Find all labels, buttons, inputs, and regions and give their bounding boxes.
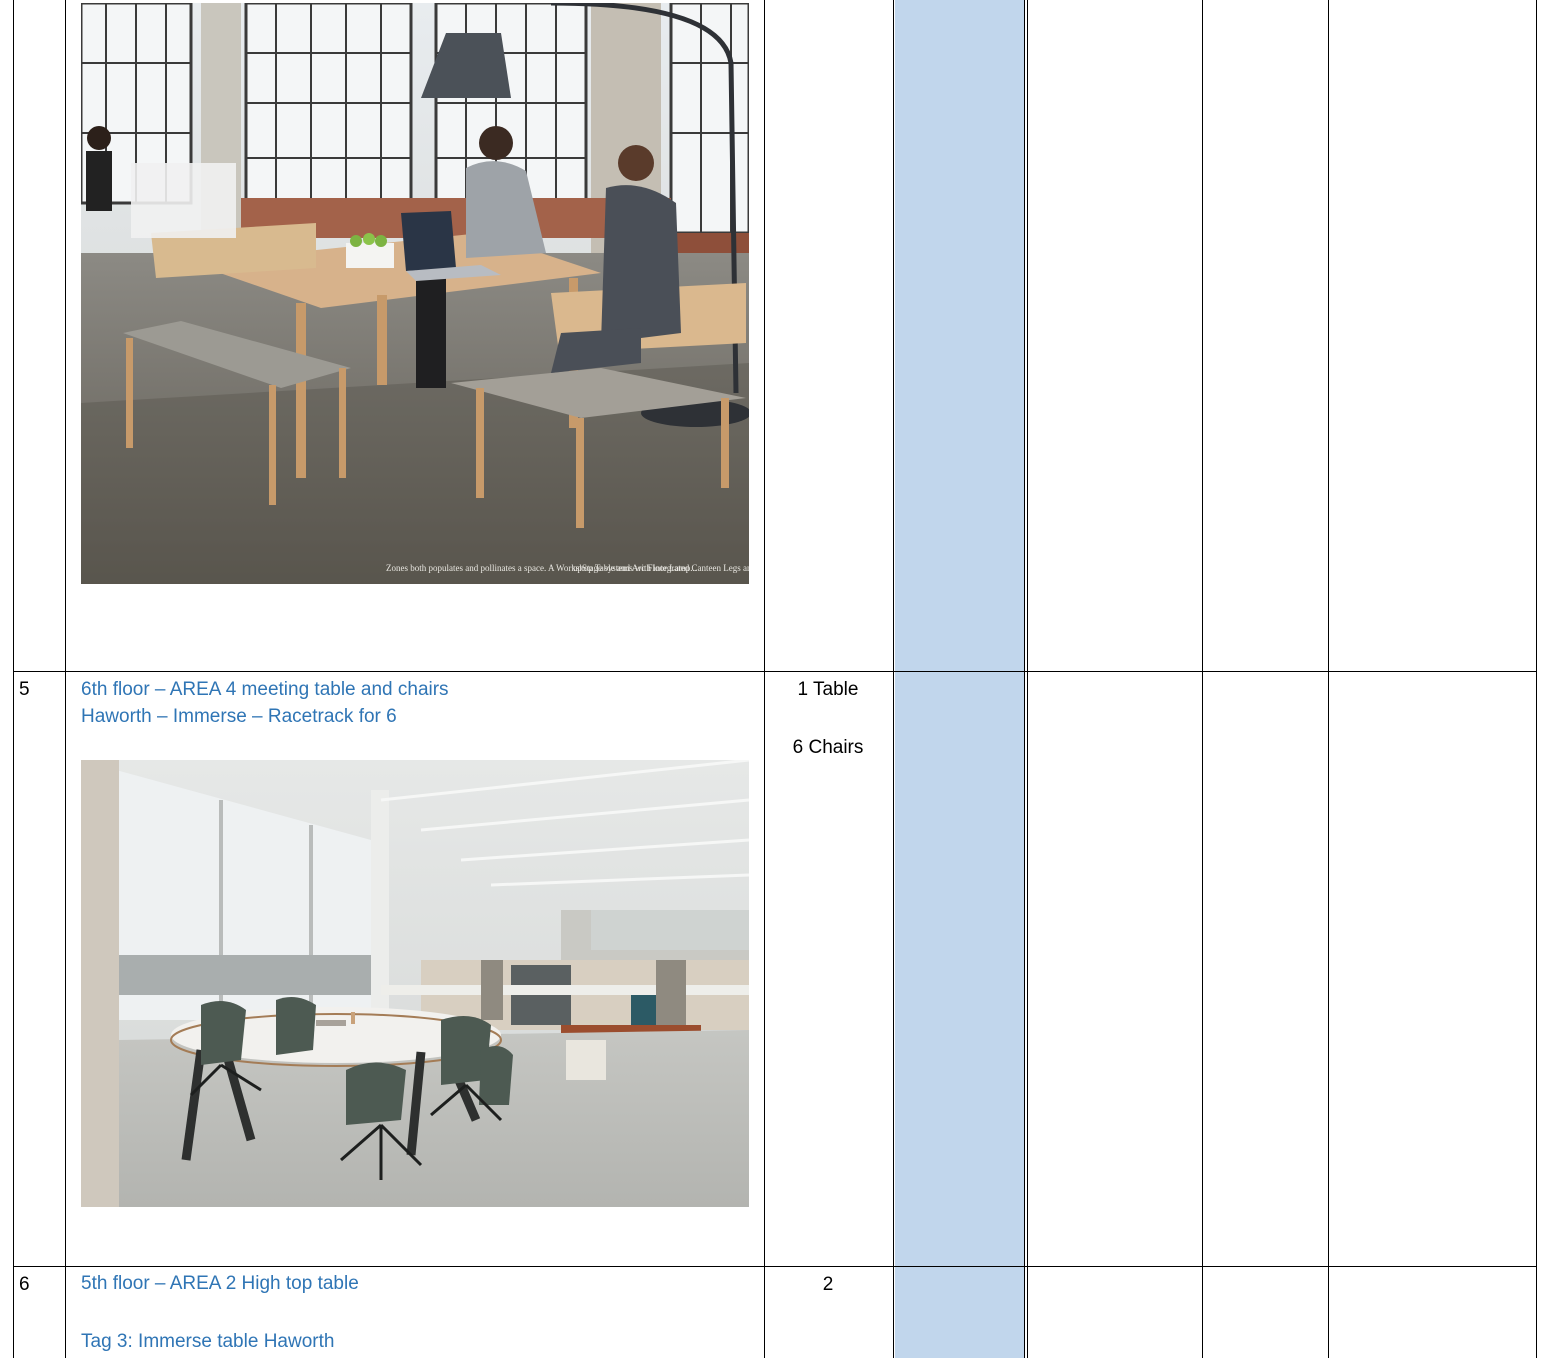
table-border [1328,0,1329,1358]
row-number: 5 [19,679,30,700]
row-number: 6 [19,1274,30,1295]
item-description-line1: 6th floor – AREA 4 meeting table and cha… [81,679,449,700]
table-border [893,0,894,1358]
canteen-bench-photo: Zones both populates and pollinates a sp… [81,3,749,584]
row-border [13,1266,1537,1267]
item-description-line2: Tag 3: Immerse table Haworth [81,1331,335,1352]
row-border [13,671,1537,672]
photo-caption-right: upStage systems with integrated Canteen … [573,563,749,573]
quantity-chairs: 6 Chairs [792,737,864,758]
table-border [13,0,14,1358]
quantity: 2 [822,1274,834,1295]
shaded-column [895,0,1024,1358]
item-description-line1: 5th floor – AREA 2 High top table [81,1273,359,1294]
item-description-line2: Haworth – Immerse – Racetrack for 6 [81,706,397,727]
table-border [65,0,66,1358]
table-border [1202,0,1203,1358]
racetrack-table-photo [81,760,749,1207]
table-border [1027,0,1028,1358]
quantity-tables: 1 Table [797,679,859,700]
furniture-table: Zones both populates and pollinates a sp… [0,0,1543,1358]
table-border [1024,0,1025,1358]
table-border [1536,0,1537,1358]
